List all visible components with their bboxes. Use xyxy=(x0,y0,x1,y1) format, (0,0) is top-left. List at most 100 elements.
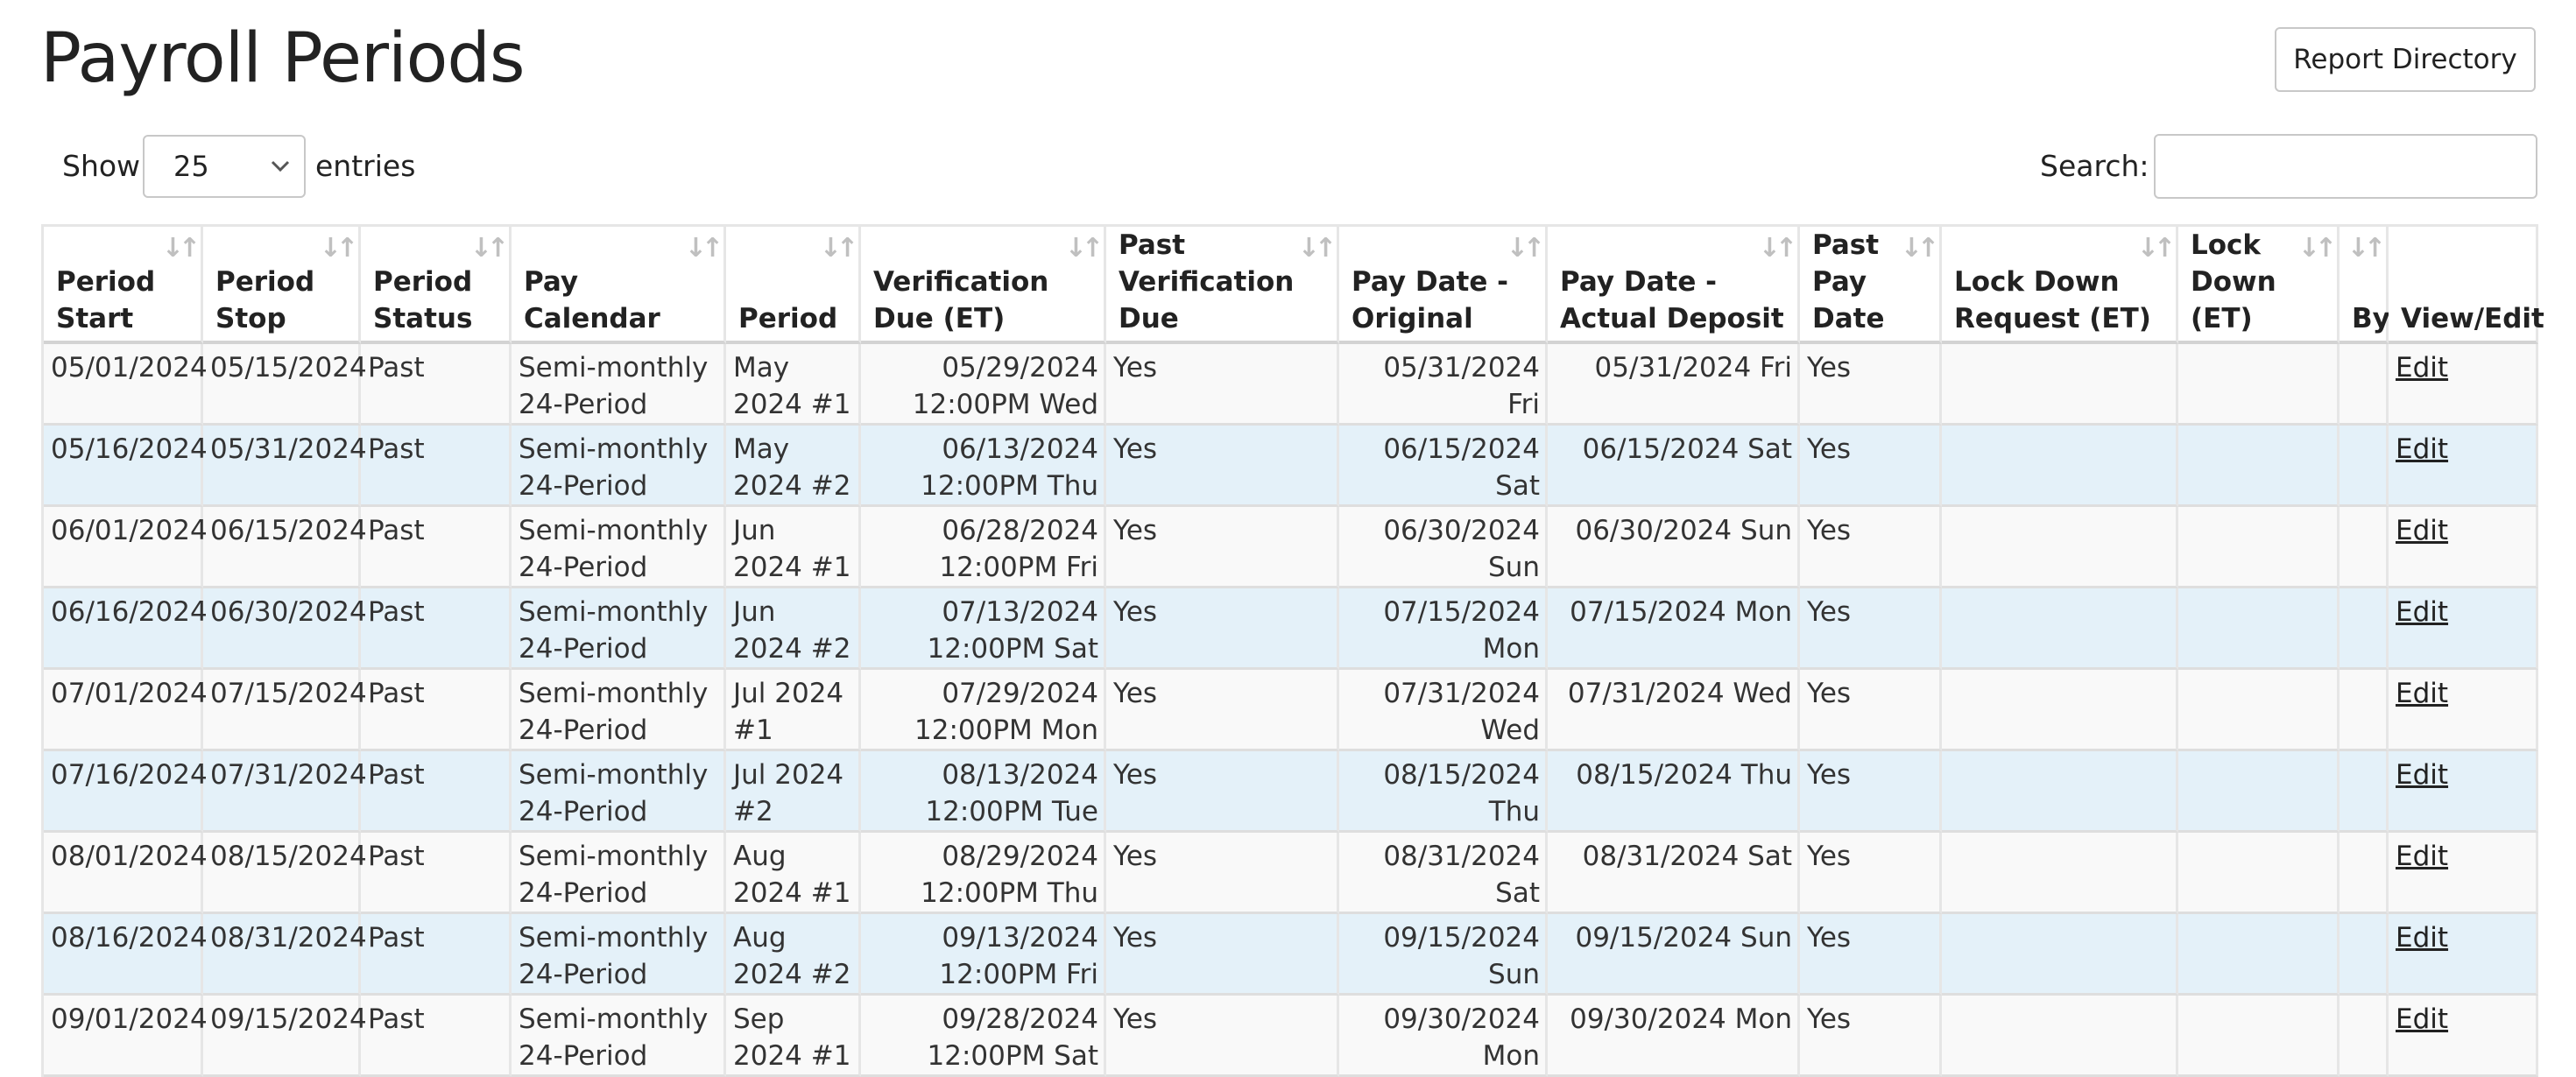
cell-past-pay-date: Yes xyxy=(1800,751,1942,833)
cell-by xyxy=(2340,507,2389,588)
sort-icon: ↓↑ xyxy=(161,233,201,264)
cell-pay-date-original: 09/15/2024 Sun xyxy=(1339,914,1548,996)
cell-view-edit: Edit xyxy=(2389,914,2538,996)
cell-period: Jul 2024 #2 xyxy=(726,751,861,833)
cell-period: Aug 2024 #1 xyxy=(726,833,861,914)
edit-link[interactable]: Edit xyxy=(2396,922,2448,954)
column-header-lock-down-request[interactable]: Lock Down Request (ET) ↓↑ xyxy=(1942,227,2178,344)
cell-by xyxy=(2340,426,2389,507)
column-label: Period Status xyxy=(373,266,473,334)
cell-by xyxy=(2340,670,2389,751)
cell-pay-calendar: Semi-monthly 24-Period xyxy=(512,996,726,1077)
cell-verification-due: 06/28/2024 12:00PM Fri xyxy=(861,507,1106,588)
column-label: By xyxy=(2352,303,2390,334)
column-header-pay-date-original[interactable]: Pay Date - Original ↓↑ xyxy=(1339,227,1548,344)
cell-pay-date-original: 05/31/2024 Fri xyxy=(1339,344,1548,426)
column-label: Pay Date - Actual Deposit xyxy=(1560,266,1784,334)
cell-by xyxy=(2340,751,2389,833)
verification-due-date: 08/13/2024 xyxy=(942,759,1098,791)
cell-period-stop: 07/31/2024 xyxy=(203,751,367,833)
sort-icon: ↓↑ xyxy=(1758,233,1797,264)
column-label: Lock Down (ET) xyxy=(2191,229,2276,334)
cell-past-verification-due: Yes xyxy=(1106,751,1339,833)
sort-icon: ↓↑ xyxy=(2136,233,2176,264)
verification-due-date: 05/29/2024 xyxy=(942,352,1098,384)
column-header-period[interactable]: Period ↓↑ xyxy=(726,227,861,344)
cell-past-pay-date: Yes xyxy=(1800,996,1942,1077)
verification-due-date: 09/28/2024 xyxy=(942,1003,1098,1035)
column-header-lock-down[interactable]: Lock Down (ET) ↓↑ xyxy=(2178,227,2340,344)
cell-verification-due: 08/13/2024 12:00PM Tue xyxy=(861,751,1106,833)
column-header-past-pay-date[interactable]: Past Pay Date ↓↑ xyxy=(1800,227,1942,344)
payroll-periods-table: Period Start ↓↑ Period Stop ↓↑ Period Stat… xyxy=(41,224,2544,1077)
column-label: Pay Date - Original xyxy=(1352,266,1509,334)
table-row: 06/01/2024 06/15/2024 Past Semi-monthly 24-… xyxy=(44,507,2538,588)
cell-view-edit: Edit xyxy=(2389,344,2538,426)
entries-per-page-select[interactable]: 25 xyxy=(143,135,306,198)
cell-pay-date-original: 09/30/2024 Mon xyxy=(1339,996,1548,1077)
verification-due-time: 12:00PM Wed xyxy=(912,389,1098,420)
cell-period-status: Past xyxy=(361,507,512,588)
column-header-period-stop[interactable]: Period Stop ↓↑ xyxy=(203,227,361,344)
cell-pay-calendar: Semi-monthly 24-Period xyxy=(512,588,726,670)
cell-period-stop: 08/31/2024 xyxy=(203,914,367,996)
report-directory-button[interactable]: Report Directory xyxy=(2275,27,2536,92)
verification-due-date: 06/28/2024 xyxy=(942,515,1098,546)
edit-link[interactable]: Edit xyxy=(2396,352,2448,384)
cell-period-status: Past xyxy=(361,670,512,751)
cell-view-edit: Edit xyxy=(2389,751,2538,833)
cell-lock-down xyxy=(2178,914,2340,996)
cell-lock-down-request xyxy=(1942,996,2178,1077)
verification-due-time: 12:00PM Thu xyxy=(921,470,1098,502)
edit-link[interactable]: Edit xyxy=(2396,841,2448,872)
column-header-period-start[interactable]: Period Start ↓↑ xyxy=(44,227,203,344)
sort-icon: ↓↑ xyxy=(2347,233,2386,264)
cell-verification-due: 08/29/2024 12:00PM Thu xyxy=(861,833,1106,914)
cell-period-stop: 08/15/2024 xyxy=(203,833,367,914)
edit-link[interactable]: Edit xyxy=(2396,759,2448,791)
verification-due-time: 12:00PM Fri xyxy=(939,552,1098,583)
cell-period-start: 06/16/2024 xyxy=(44,588,208,670)
cell-pay-date-original: 07/15/2024 Mon xyxy=(1339,588,1548,670)
table-row: 09/01/2024 09/15/2024 Past Semi-monthly 24-… xyxy=(44,996,2538,1077)
cell-past-pay-date: Yes xyxy=(1800,426,1942,507)
sort-icon: ↓↑ xyxy=(319,233,358,264)
cell-lock-down xyxy=(2178,344,2340,426)
cell-period-start: 06/01/2024 xyxy=(44,507,208,588)
column-label: Past Verification Due xyxy=(1119,229,1295,334)
column-header-pay-date-actual[interactable]: Pay Date - Actual Deposit ↓↑ xyxy=(1548,227,1800,344)
edit-link[interactable]: Edit xyxy=(2396,433,2448,465)
cell-period-start: 09/01/2024 xyxy=(44,996,208,1077)
cell-lock-down xyxy=(2178,588,2340,670)
table-row: 05/01/2024 05/15/2024 Past Semi-monthly 24-… xyxy=(44,344,2538,426)
cell-lock-down-request xyxy=(1942,751,2178,833)
column-header-period-status[interactable]: Period Status ↓↑ xyxy=(361,227,512,344)
edit-link[interactable]: Edit xyxy=(2396,515,2448,546)
cell-pay-date-actual: 07/15/2024 Mon xyxy=(1548,588,1800,670)
search-input[interactable] xyxy=(2154,134,2537,199)
column-header-past-verification-due[interactable]: Past Verification Due ↓↑ xyxy=(1106,227,1339,344)
column-header-verification-due[interactable]: Verification Due (ET) ↓↑ xyxy=(861,227,1106,344)
column-header-pay-calendar[interactable]: Pay Calendar ↓↑ xyxy=(512,227,726,344)
cell-pay-date-actual: 09/15/2024 Sun xyxy=(1548,914,1800,996)
edit-link[interactable]: Edit xyxy=(2396,678,2448,709)
cell-period-stop: 05/31/2024 xyxy=(203,426,367,507)
column-header-by[interactable]: By ↓↑ xyxy=(2340,227,2390,344)
edit-link[interactable]: Edit xyxy=(2396,1003,2448,1035)
cell-period-start: 05/01/2024 xyxy=(44,344,208,426)
sort-icon: ↓↑ xyxy=(819,233,858,264)
cell-past-pay-date: Yes xyxy=(1800,833,1942,914)
cell-period: Jul 2024 #1 xyxy=(726,670,861,751)
cell-period: Aug 2024 #2 xyxy=(726,914,861,996)
table-row: 05/16/2024 05/31/2024 Past Semi-monthly 24-… xyxy=(44,426,2538,507)
cell-verification-due: 07/13/2024 12:00PM Sat xyxy=(861,588,1106,670)
cell-period-stop: 06/15/2024 xyxy=(203,507,367,588)
table-header-row: Period Start ↓↑ Period Stop ↓↑ Period Stat… xyxy=(44,227,2544,344)
cell-pay-date-actual: 07/31/2024 Wed xyxy=(1548,670,1800,751)
cell-period: May 2024 #1 xyxy=(726,344,861,426)
page-title: Payroll Periods xyxy=(40,19,526,98)
cell-past-pay-date: Yes xyxy=(1800,914,1942,996)
cell-period-status: Past xyxy=(361,833,512,914)
edit-link[interactable]: Edit xyxy=(2396,596,2448,628)
cell-view-edit: Edit xyxy=(2389,426,2538,507)
